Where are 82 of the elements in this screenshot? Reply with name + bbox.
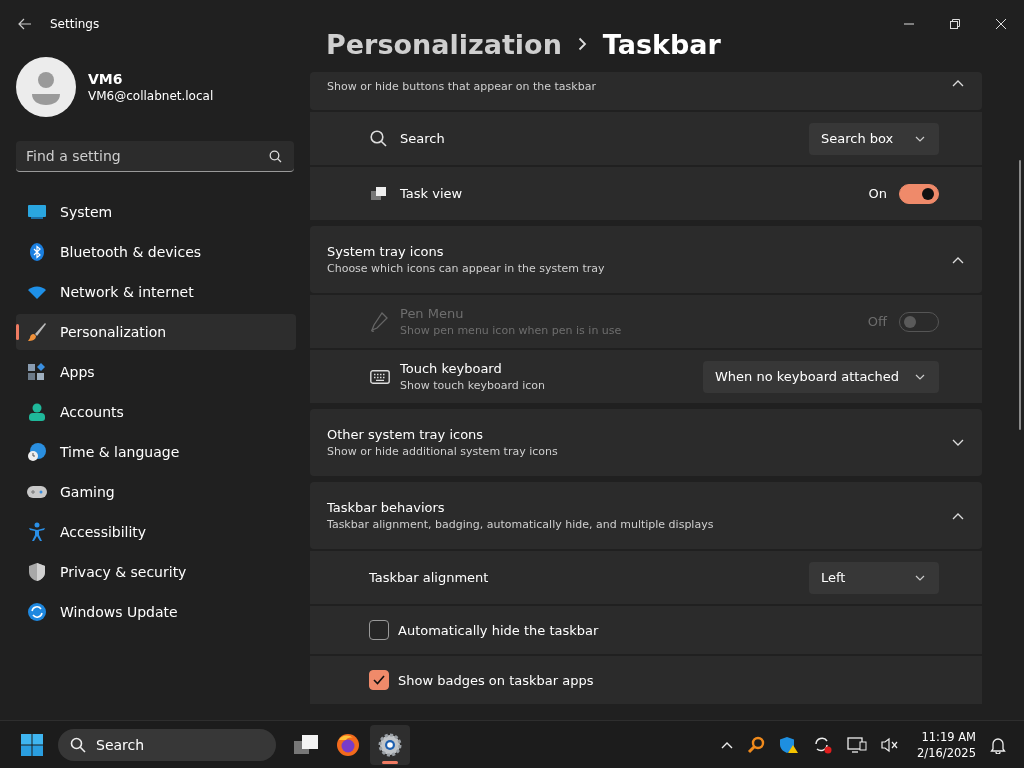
- nav-item[interactable]: Network & internet: [16, 274, 296, 310]
- dropdown[interactable]: Search box: [809, 122, 939, 155]
- toggle-state: On: [868, 186, 887, 201]
- brush-icon: [26, 322, 48, 342]
- group-header[interactable]: System tray icons Choose which icons can appear in the system tray: [310, 226, 982, 293]
- nav-item[interactable]: Privacy & security: [16, 554, 296, 590]
- group-header[interactable]: Taskbar behaviors Taskbar alignment, badging, automatically hide, and multiple displays: [310, 482, 982, 549]
- avatar-icon: [16, 57, 76, 117]
- pen-icon: [370, 311, 388, 332]
- caret-icon: [915, 574, 925, 581]
- wifi-icon: [26, 284, 48, 300]
- fox-globe-icon: [336, 732, 360, 757]
- shield-warning-icon[interactable]: [779, 735, 800, 754]
- gear-icon: [377, 731, 403, 758]
- nav-item[interactable]: Time & language: [16, 434, 296, 470]
- clock-time[interactable]: 11:19 AM: [921, 729, 976, 744]
- window-title: Settings: [50, 17, 100, 31]
- nav-item[interactable]: Apps: [16, 354, 296, 390]
- setting-label: Touch keyboard: [400, 361, 503, 376]
- setting-label: Search: [400, 131, 446, 146]
- gamepad-icon: [26, 484, 48, 500]
- group-header[interactable]: Other system tray icons Show or hide additional system tray icons: [310, 409, 982, 476]
- accessibility-icon: [26, 522, 48, 542]
- checkbox[interactable]: [369, 670, 389, 690]
- keyboard-icon: [370, 369, 390, 384]
- back-icon[interactable]: [18, 18, 32, 30]
- monitor-icon[interactable]: [847, 735, 868, 754]
- user-email: VM6@collabnet.local: [88, 89, 214, 103]
- windows-stack-icon: [370, 186, 387, 201]
- nav-item[interactable]: Bluetooth & devices: [16, 234, 296, 270]
- nav-item[interactable]: Accounts: [16, 394, 296, 430]
- checkbox-label: Automatically hide the taskbar: [398, 622, 599, 638]
- scrollbar[interactable]: [1019, 160, 1021, 430]
- toggle-switch[interactable]: [899, 183, 939, 204]
- toggle-state: Off: [867, 314, 887, 329]
- windows-stack-icon: [293, 733, 319, 756]
- update-icon: [26, 602, 48, 622]
- chevron-icon: [952, 79, 964, 87]
- shield-icon: [26, 562, 48, 582]
- start-icon[interactable]: [20, 732, 44, 757]
- close-icon[interactable]: [996, 19, 1006, 29]
- breadcrumb-link[interactable]: Personalization: [326, 28, 562, 60]
- check-icon: [373, 675, 385, 685]
- setting-label: Pen Menu: [400, 306, 465, 321]
- dropdown[interactable]: Left: [809, 561, 939, 594]
- chevron-right-icon: [577, 37, 587, 51]
- monitor-icon: [26, 204, 48, 220]
- taskbar-app[interactable]: [370, 724, 410, 765]
- person-icon: [26, 402, 48, 422]
- search-icon: [269, 150, 282, 163]
- clock-date[interactable]: 2/16/2025: [917, 745, 976, 760]
- setting-label: Task view: [400, 186, 464, 201]
- nav-item[interactable]: Personalization: [16, 314, 296, 350]
- taskbar-search[interactable]: Search: [58, 728, 276, 761]
- caret-icon: [915, 373, 925, 380]
- nav-item[interactable]: System: [16, 194, 296, 230]
- restore-icon[interactable]: [950, 19, 960, 29]
- dropdown[interactable]: When no keyboard attached: [703, 360, 939, 393]
- setting-label: Taskbar alignment: [369, 570, 490, 585]
- chevron-icon: [952, 255, 964, 264]
- page-title: Taskbar: [602, 28, 721, 60]
- notification-bell-icon[interactable]: [990, 735, 1006, 754]
- chevron-icon: [952, 511, 964, 520]
- search-field[interactable]: Find a setting: [16, 141, 294, 172]
- chevron-icon: [952, 438, 964, 447]
- apps-icon: [26, 362, 48, 382]
- user-name: VM6: [88, 71, 124, 87]
- checkbox[interactable]: [369, 620, 389, 640]
- nav-item[interactable]: Gaming: [16, 474, 296, 510]
- search-icon: [370, 130, 387, 147]
- nav-item[interactable]: Windows Update: [16, 594, 296, 630]
- magnifier-icon[interactable]: [747, 735, 766, 754]
- search-icon: [70, 736, 86, 753]
- sync-icon[interactable]: [813, 735, 834, 754]
- speaker-muted-icon[interactable]: [881, 736, 900, 753]
- chevron-up-icon[interactable]: [721, 740, 734, 749]
- checkbox-label: Show badges on taskbar apps: [398, 672, 594, 688]
- globe-clock-icon: [26, 442, 48, 462]
- caret-icon: [915, 135, 925, 142]
- group-header[interactable]: Show or hide buttons that appear on the taskbar: [310, 72, 982, 110]
- nav-item[interactable]: Accessibility: [16, 514, 296, 550]
- setting-description: Show touch keyboard icon: [400, 379, 547, 392]
